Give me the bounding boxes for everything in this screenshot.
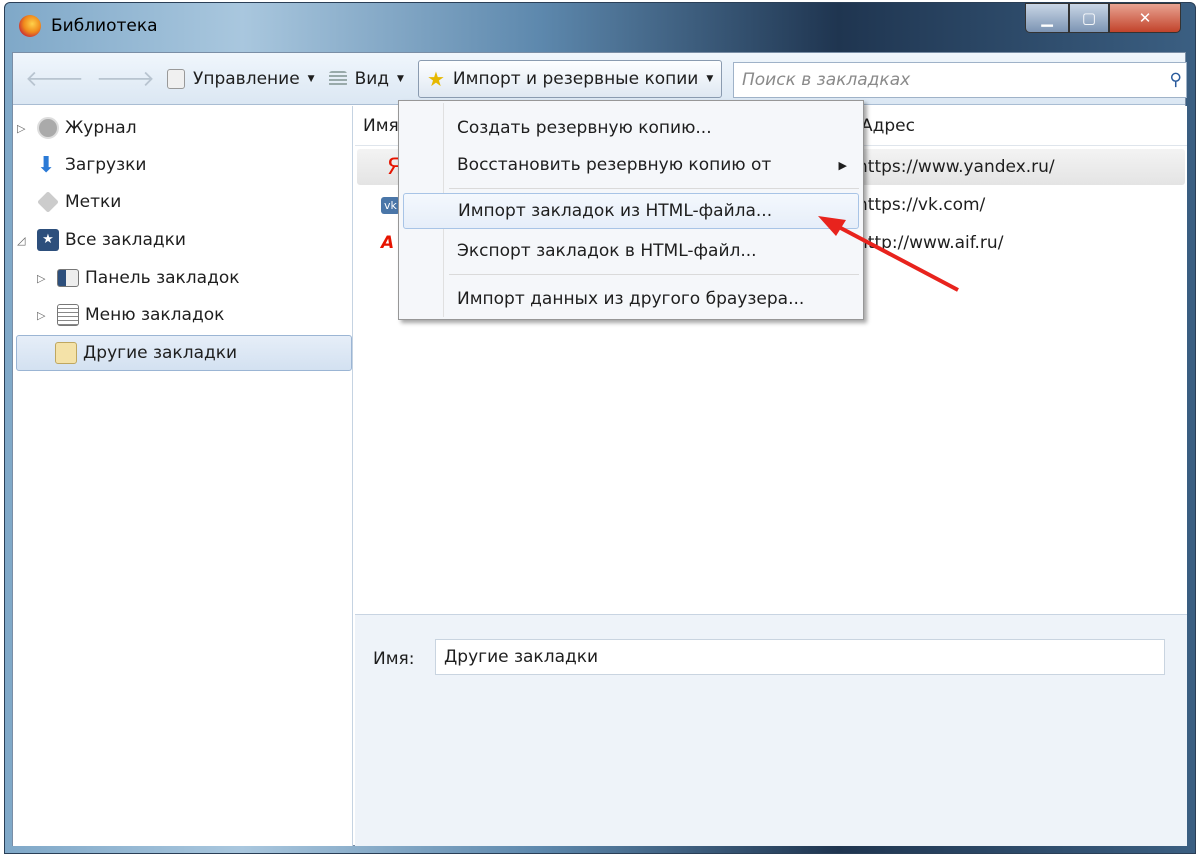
sidebar-item-label: Панель закладок — [85, 268, 240, 288]
sidebar-item-label: Другие закладки — [83, 343, 238, 363]
organize-icon — [167, 68, 185, 89]
menu-separator — [449, 274, 859, 275]
sidebar-item-label: Меню закладок — [85, 305, 225, 325]
bookmark-address: http://www.aif.ru/ — [857, 233, 1004, 253]
bookmark-address: https://www.yandex.ru/ — [857, 157, 1055, 177]
expand-icon[interactable]: ▷ — [37, 272, 51, 285]
organize-button[interactable]: Управление ▼ — [167, 68, 315, 89]
menu-item-restore-backup[interactable]: Восстановить резервную копию от ▶ — [403, 147, 859, 183]
window-title: Библиотека — [51, 16, 158, 36]
sidebar-item-label: Метки — [65, 192, 122, 212]
dropdown-caret-icon: ▼ — [307, 73, 315, 84]
expand-icon[interactable]: ▷ — [17, 122, 31, 135]
column-header-address[interactable]: Адрес — [861, 116, 915, 136]
sidebar-item-bookmarks-menu[interactable]: ▷ Меню закладок — [37, 297, 224, 333]
minimize-button[interactable]: ▁ — [1025, 3, 1069, 33]
firefox-logo-icon — [19, 15, 41, 37]
menu-separator — [449, 188, 859, 189]
folder-icon — [55, 342, 77, 364]
window-controls: ▁ ▢ ✕ — [1025, 3, 1181, 33]
sidebar-tree: ▷ Журнал ⬇ Загрузки Метки ◿ ★ Все закладки ▷… — [13, 106, 353, 846]
aif-favicon-icon: A — [381, 233, 395, 253]
import-backup-label: Импорт и резервные копии — [452, 68, 699, 89]
name-input[interactable]: Другие закладки — [435, 639, 1165, 675]
toolbar-icon — [57, 269, 79, 287]
clock-icon — [37, 117, 59, 139]
menu-icon — [57, 304, 79, 326]
toolbar: 🡐 🡒 Управление ▼ Вид ▼ ★ Импорт и резервны… — [13, 53, 1187, 105]
back-button[interactable]: 🡐 — [25, 66, 84, 92]
submenu-arrow-icon: ▶ — [838, 158, 847, 172]
views-button[interactable]: Вид ▼ — [328, 68, 404, 89]
search-input[interactable]: Поиск в закладках ⚲ — [733, 62, 1187, 98]
sidebar-item-label: Все закладки — [65, 230, 186, 250]
sidebar-item-tags[interactable]: Метки — [17, 184, 121, 220]
maximize-button[interactable]: ▢ — [1069, 3, 1109, 33]
sidebar-item-label: Журнал — [65, 118, 137, 138]
download-icon: ⬇ — [37, 152, 56, 178]
forward-button[interactable]: 🡒 — [96, 66, 155, 92]
views-label: Вид — [354, 68, 390, 89]
search-icon[interactable]: ⚲ — [1170, 70, 1182, 90]
sidebar-item-other-bookmarks[interactable]: Другие закладки — [16, 335, 352, 371]
sidebar-item-history[interactable]: ▷ Журнал — [17, 110, 137, 146]
menu-item-create-backup[interactable]: Создать резервную копию... — [403, 110, 859, 146]
dropdown-caret-icon: ▼ — [397, 73, 404, 84]
details-panel: Имя: Другие закладки — [355, 614, 1187, 846]
star-icon: ★ — [37, 229, 59, 251]
sidebar-item-all-bookmarks[interactable]: ◿ ★ Все закладки — [17, 222, 186, 258]
sidebar-item-downloads[interactable]: ⬇ Загрузки — [17, 147, 146, 183]
name-label: Имя: — [373, 649, 415, 669]
menu-item-label: Восстановить резервную копию от — [457, 155, 772, 175]
collapse-icon[interactable]: ◿ — [17, 234, 31, 247]
search-placeholder: Поиск в закладках — [742, 70, 911, 90]
column-header-name[interactable]: Имя — [363, 116, 399, 136]
import-backup-menu: Создать резервную копию... Восстановить … — [398, 100, 864, 320]
list-view-icon — [328, 70, 347, 87]
star-refresh-icon: ★ — [426, 66, 445, 91]
name-value: Другие закладки — [444, 647, 599, 667]
menu-item-import-other-browser[interactable]: Импорт данных из другого браузера... — [403, 281, 859, 317]
sidebar-item-label: Загрузки — [65, 155, 147, 175]
bookmark-address: https://vk.com/ — [857, 195, 986, 215]
expand-icon[interactable]: ▷ — [37, 309, 51, 322]
tag-icon — [37, 191, 59, 213]
close-button[interactable]: ✕ — [1109, 3, 1181, 33]
organize-label: Управление — [193, 68, 300, 89]
import-backup-button[interactable]: ★ Импорт и резервные копии ▼ — [417, 59, 723, 98]
sidebar-item-bookmarks-toolbar[interactable]: ▷ Панель закладок — [37, 260, 240, 296]
title-bar: Библиотека — [19, 15, 158, 37]
menu-item-export-html[interactable]: Экспорт закладок в HTML-файл... — [403, 233, 859, 269]
dropdown-caret-icon: ▼ — [706, 73, 714, 84]
menu-item-import-html[interactable]: Импорт закладок из HTML-файла... — [403, 193, 859, 229]
